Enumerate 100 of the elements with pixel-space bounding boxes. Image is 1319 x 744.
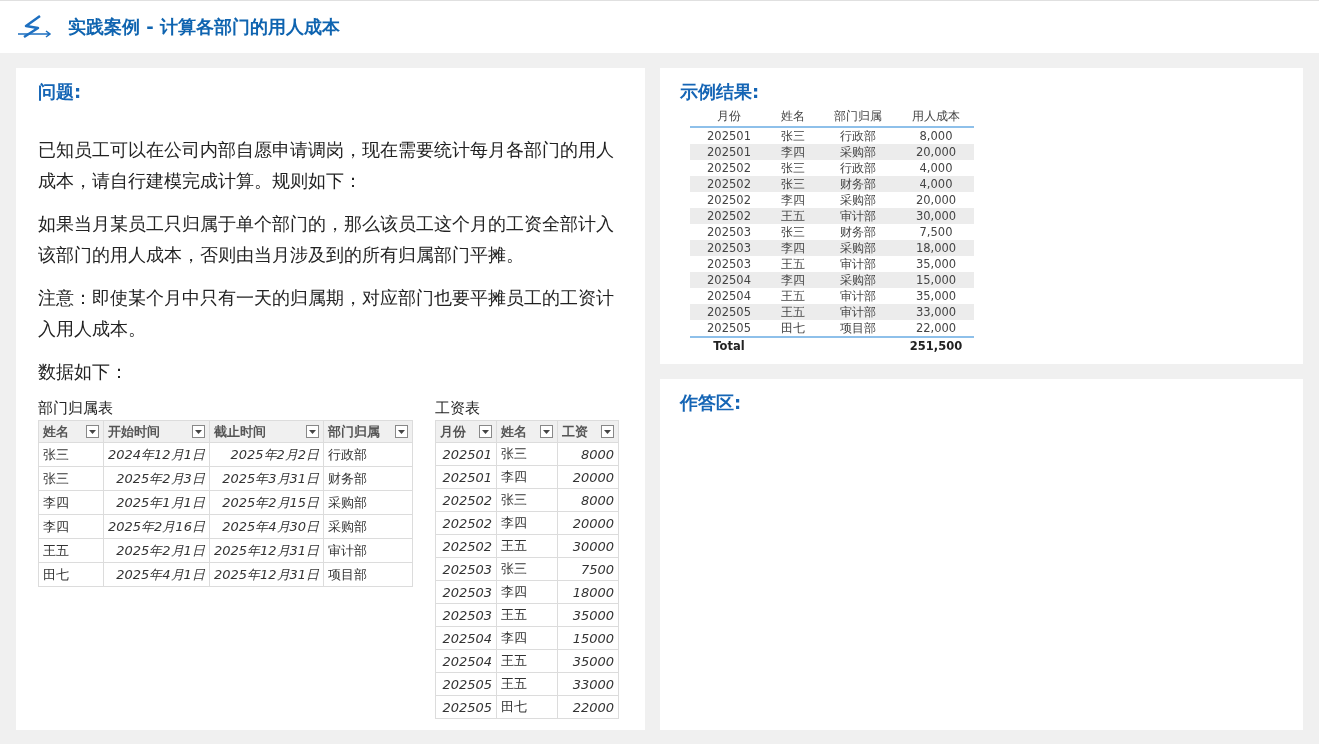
filter-dropdown-icon[interactable] bbox=[601, 425, 615, 438]
table-cell: 李四 bbox=[496, 465, 558, 489]
table-cell: 项目部 bbox=[818, 320, 898, 337]
column-header: 用人成本 bbox=[898, 106, 974, 127]
table-cell: 王五 bbox=[768, 288, 818, 304]
column-header: 月份 bbox=[435, 420, 497, 443]
table-cell: 202505 bbox=[435, 695, 497, 719]
table-cell: 22000 bbox=[557, 695, 619, 719]
table-cell: 行政部 bbox=[818, 160, 898, 176]
filter-dropdown-icon[interactable] bbox=[86, 425, 99, 438]
table-cell: 202503 bbox=[690, 240, 768, 256]
table-cell: 王五 bbox=[496, 672, 558, 696]
column-header: 截止时间 bbox=[209, 420, 324, 443]
table-cell: 2025年2月2日 bbox=[209, 442, 324, 467]
table-cell: 王五 bbox=[496, 649, 558, 673]
table-cell: 15,000 bbox=[898, 272, 974, 288]
table-cell: 张三 bbox=[768, 127, 818, 144]
column-header: 月份 bbox=[690, 106, 768, 127]
table-cell: 项目部 bbox=[323, 562, 413, 587]
table-cell: 王五 bbox=[768, 256, 818, 272]
table-cell: 202501 bbox=[435, 442, 497, 466]
table-cell: 张三 bbox=[496, 488, 558, 512]
table-cell: 李四 bbox=[38, 490, 104, 515]
table-cell: 202505 bbox=[435, 672, 497, 696]
table-cell: 202501 bbox=[690, 127, 768, 144]
table-cell: 8000 bbox=[557, 442, 619, 466]
filter-dropdown-icon[interactable] bbox=[395, 425, 409, 438]
table-cell: 2025年2月15日 bbox=[209, 490, 324, 515]
table-cell: 20,000 bbox=[898, 144, 974, 160]
table-cell: 李四 bbox=[496, 626, 558, 650]
table-cell: 行政部 bbox=[818, 127, 898, 144]
filter-dropdown-icon[interactable] bbox=[540, 425, 554, 438]
table-cell: 田七 bbox=[496, 695, 558, 719]
table-cell: 202503 bbox=[435, 603, 497, 627]
table-cell: 202503 bbox=[690, 224, 768, 240]
table-cell: 33000 bbox=[557, 672, 619, 696]
table-cell: 审计部 bbox=[818, 304, 898, 320]
table-cell: 202502 bbox=[435, 488, 497, 512]
table-cell: 18000 bbox=[557, 580, 619, 604]
table-cell: 审计部 bbox=[818, 256, 898, 272]
table-cell: 202503 bbox=[435, 557, 497, 581]
total-value: 251,500 bbox=[898, 337, 974, 354]
table-cell: 李四 bbox=[768, 272, 818, 288]
table-cell: 财务部 bbox=[818, 224, 898, 240]
table-cell: 2025年3月31日 bbox=[209, 466, 324, 491]
table-cell: 20,000 bbox=[898, 192, 974, 208]
table-cell: 2024年12月1日 bbox=[103, 442, 210, 467]
table-cell: 2025年2月16日 bbox=[103, 514, 210, 539]
table-cell: 张三 bbox=[768, 176, 818, 192]
panel-heading: 示例结果: bbox=[680, 80, 761, 104]
table-cell: 8,000 bbox=[898, 127, 974, 144]
table-cell: 2025年2月3日 bbox=[103, 466, 210, 491]
table-cell: 田七 bbox=[768, 320, 818, 337]
table-cell: 8000 bbox=[557, 488, 619, 512]
filter-dropdown-icon[interactable] bbox=[191, 425, 205, 438]
total-label: Total bbox=[690, 337, 768, 354]
column-header: 姓名 bbox=[38, 420, 104, 443]
column-header: 部门归属 bbox=[818, 106, 898, 127]
table-cell: 4,000 bbox=[898, 160, 974, 176]
table-cell: 李四 bbox=[768, 144, 818, 160]
filter-dropdown-icon[interactable] bbox=[306, 425, 320, 438]
table-cell: 202504 bbox=[690, 272, 768, 288]
table-cell: 202502 bbox=[690, 208, 768, 224]
table-cell: 行政部 bbox=[323, 442, 413, 467]
filter-dropdown-icon[interactable] bbox=[479, 425, 493, 438]
table-cell: 2025年1月1日 bbox=[103, 490, 210, 515]
table-cell: 202501 bbox=[690, 144, 768, 160]
table-cell: 202502 bbox=[690, 176, 768, 192]
table-cell: 2025年2月1日 bbox=[103, 538, 210, 563]
problem-text: 已知员工可以在公司内部自愿申请调岗，现在需要统计每月各部门的用人成本，请自行建模完成计算。规则如下： bbox=[38, 138, 615, 193]
table-cell: 202502 bbox=[435, 534, 497, 558]
table-cell: 张三 bbox=[38, 466, 104, 491]
table-cell: 财务部 bbox=[818, 176, 898, 192]
problem-text: 如果当月某员工只归属于单个部门的，那么该员工这个月的工资全部计入该部门的用人成本，否则由当月涉及到的所有归属部门平摊。 bbox=[38, 212, 615, 267]
panel-heading: 作答区: bbox=[680, 391, 743, 415]
table-cell: 2025年12月31日 bbox=[209, 538, 324, 563]
table-cell: 李四 bbox=[496, 580, 558, 604]
table-cell: 15000 bbox=[557, 626, 619, 650]
table-cell: 35000 bbox=[557, 649, 619, 673]
table-cell: 王五 bbox=[768, 304, 818, 320]
table-cell: 202503 bbox=[690, 256, 768, 272]
table-cell: 田七 bbox=[38, 562, 104, 587]
table-cell: 33,000 bbox=[898, 304, 974, 320]
table-cell: 张三 bbox=[38, 442, 104, 467]
table-cell: 采购部 bbox=[323, 490, 413, 515]
table-cell: 采购部 bbox=[323, 514, 413, 539]
table-cell: 35,000 bbox=[898, 288, 974, 304]
table-cell: 22,000 bbox=[898, 320, 974, 337]
table-cell: 张三 bbox=[768, 160, 818, 176]
table-cell: 202505 bbox=[690, 304, 768, 320]
table-cell: 李四 bbox=[768, 240, 818, 256]
table-cell: 李四 bbox=[496, 511, 558, 535]
column-header: 部门归属 bbox=[323, 420, 413, 443]
table-cell: 李四 bbox=[768, 192, 818, 208]
table-cell: 7,500 bbox=[898, 224, 974, 240]
table-cell: 4,000 bbox=[898, 176, 974, 192]
table-cell: 财务部 bbox=[323, 466, 413, 491]
table-cell: 20000 bbox=[557, 511, 619, 535]
table-cell: 202504 bbox=[690, 288, 768, 304]
table-cell: 李四 bbox=[38, 514, 104, 539]
